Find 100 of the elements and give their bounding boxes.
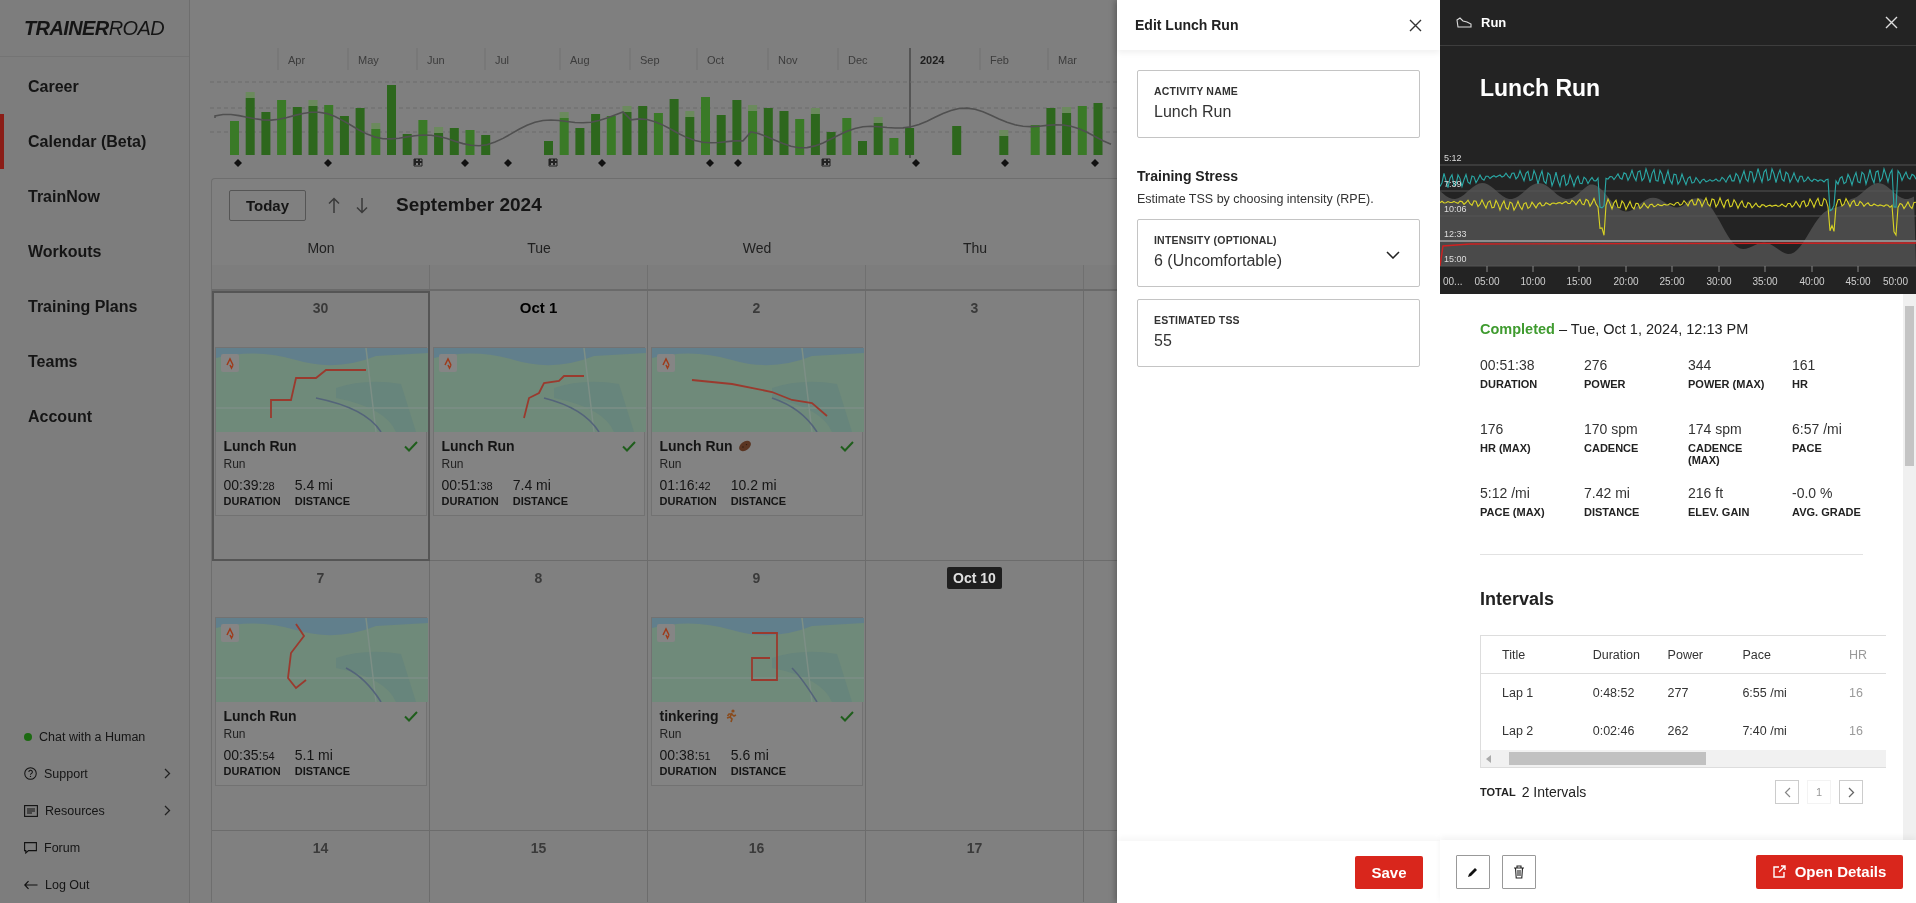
- axis-label: 15:00: [1566, 276, 1592, 287]
- stat-label: CADENCE: [1584, 442, 1640, 455]
- distance-value: 7.4 mi: [512, 477, 552, 493]
- stat-label: DURATION: [1480, 378, 1539, 391]
- axis-label: 50:00: [1882, 276, 1908, 287]
- vertical-scrollbar[interactable]: [1903, 294, 1916, 841]
- sidebar-link[interactable]: Support: [0, 755, 189, 792]
- open-details-button[interactable]: Open Details: [1756, 854, 1903, 889]
- month-title: September 2024: [396, 194, 542, 216]
- stat-label: ELEV. GAIN: [1688, 506, 1751, 519]
- sidebar-link[interactable]: Resources: [0, 792, 189, 829]
- table-cell: Lap 2: [1502, 724, 1534, 738]
- distance-value: 10.2 mi: [730, 477, 778, 493]
- activity-title: Lunch Run: [441, 438, 515, 454]
- save-button[interactable]: Save: [1355, 855, 1423, 889]
- sidebar-link[interactable]: Forum: [0, 829, 189, 866]
- potato-icon: [737, 440, 752, 452]
- nav-item[interactable]: Training Plans: [0, 279, 189, 334]
- table-cell: Lap 1: [1502, 686, 1534, 700]
- chat-bubble-icon: [24, 841, 37, 854]
- sidebar-link[interactable]: Chat with a Human: [0, 718, 189, 755]
- nav-item[interactable]: Account: [0, 389, 189, 444]
- today-button[interactable]: Today: [229, 189, 306, 221]
- field-value: Lunch Run: [1154, 103, 1232, 121]
- nav-item[interactable]: Workouts: [0, 224, 189, 279]
- nav-item[interactable]: TrainNow: [0, 169, 189, 224]
- table-cell: 16: [1849, 724, 1863, 738]
- activity-card[interactable]: Lunch Run Run 00:35:54 DURATION 5.1 mi DISTANCE: [214, 617, 427, 786]
- activity-card[interactable]: Lunch Run Run 00:39:28 DURATION 5.4 mi DISTANCE: [214, 347, 427, 516]
- logo[interactable]: TRAINERROAD: [0, 0, 189, 57]
- sidebar-link[interactable]: Log Out: [0, 866, 189, 903]
- axis-label: 20:00: [1613, 276, 1639, 287]
- page-number[interactable]: 1: [1807, 780, 1831, 804]
- next-page-button[interactable]: [1839, 780, 1863, 804]
- axis-label: 40:00: [1799, 276, 1825, 287]
- nav-item[interactable]: Teams: [0, 334, 189, 389]
- day-number: 16: [747, 839, 766, 858]
- horizontal-scrollbar[interactable]: [1481, 750, 1886, 767]
- stat-label: HR: [1792, 378, 1809, 391]
- stat-value: 276: [1584, 357, 1609, 373]
- stat-label: PACE: [1792, 442, 1823, 455]
- newspaper-icon: [24, 804, 38, 817]
- axis-label: 10:00: [1520, 276, 1546, 287]
- stat-value: -0.0 %: [1792, 485, 1834, 501]
- total-label: TOTAL: [1480, 786, 1516, 798]
- today-date-badge: Oct 10: [947, 567, 1002, 589]
- activity-type: Run: [223, 727, 247, 741]
- duration-value: 00:39:28: [223, 477, 276, 493]
- chevron-left-icon: [1783, 786, 1791, 798]
- field-label: INTENSITY (OPTIONAL): [1154, 234, 1278, 246]
- activity-title: Lunch Run: [223, 438, 297, 454]
- activity-title: Lunch Run: [1479, 74, 1602, 103]
- stat-label: DURATION: [659, 765, 717, 777]
- external-link-icon: [1772, 865, 1786, 879]
- day-number: 9: [751, 569, 762, 588]
- triangle-left-icon[interactable]: [1486, 754, 1492, 763]
- stat-value: 00:51:38: [1480, 357, 1536, 373]
- previous-page-button[interactable]: [1775, 780, 1799, 804]
- table-cell: 0:02:46: [1592, 724, 1635, 738]
- arrow-down-icon[interactable]: [356, 196, 368, 214]
- estimated-tss-field[interactable]: ESTIMATED TSS 55: [1137, 299, 1420, 367]
- panel-title: Edit Lunch Run: [1135, 17, 1239, 33]
- activity-name-field[interactable]: ACTIVITY NAME Lunch Run: [1137, 70, 1420, 138]
- intensity-select[interactable]: INTENSITY (OPTIONAL) 6 (Uncomfortable): [1137, 219, 1420, 287]
- pencil-icon: [1467, 865, 1479, 878]
- stat-value: 216 ft: [1688, 485, 1725, 501]
- field-value: 6 (Uncomfortable): [1154, 252, 1283, 270]
- nav-item[interactable]: Career: [0, 59, 189, 114]
- chevron-right-icon: [1847, 786, 1855, 798]
- distance-value: 5.4 mi: [294, 477, 334, 493]
- total-value: 2 Intervals: [1521, 784, 1588, 800]
- stat-label: DURATION: [223, 495, 281, 507]
- activity-card[interactable]: Lunch Run Run 00:51:38 DURATION 7.4 mi DISTANCE: [432, 347, 645, 516]
- stat-label: DISTANCE: [1584, 506, 1641, 519]
- section-heading: Intervals: [1480, 589, 1556, 610]
- stat-label: PACE (MAX): [1480, 506, 1546, 519]
- weekday-label: Wed: [742, 240, 772, 256]
- stat-label: DISTANCE: [730, 765, 787, 777]
- stat-label: POWER: [1584, 378, 1627, 391]
- arrow-up-icon[interactable]: [328, 196, 340, 214]
- activity-card[interactable]: tinkering Run 00:38:51 DURATION 5.6 mi DISTANCE: [650, 617, 863, 786]
- stat-value: 344: [1688, 357, 1713, 373]
- shoe-icon: [1456, 17, 1472, 28]
- close-icon[interactable]: [1409, 18, 1422, 32]
- weekday-label: Mon: [307, 240, 335, 256]
- stat-label: DISTANCE: [512, 495, 569, 507]
- column-header: Duration: [1592, 647, 1640, 662]
- month-label: Dec: [848, 54, 868, 66]
- table-cell: 16: [1849, 686, 1863, 700]
- stat-label: DISTANCE: [294, 765, 351, 777]
- edit-button[interactable]: [1456, 854, 1490, 889]
- month-label: Oct: [707, 54, 725, 66]
- duration-value: 00:51:38: [441, 477, 494, 493]
- activity-type: Run: [659, 727, 683, 741]
- day-number: 3: [969, 299, 980, 318]
- month-label: Nov: [778, 54, 798, 66]
- activity-card[interactable]: Lunch Run Run 01:16:42 DURATION 10.2 mi DISTANCE: [650, 347, 863, 516]
- column-header: HR: [1849, 647, 1868, 662]
- delete-button[interactable]: [1502, 854, 1536, 889]
- activity-title: tinkering: [659, 708, 719, 724]
